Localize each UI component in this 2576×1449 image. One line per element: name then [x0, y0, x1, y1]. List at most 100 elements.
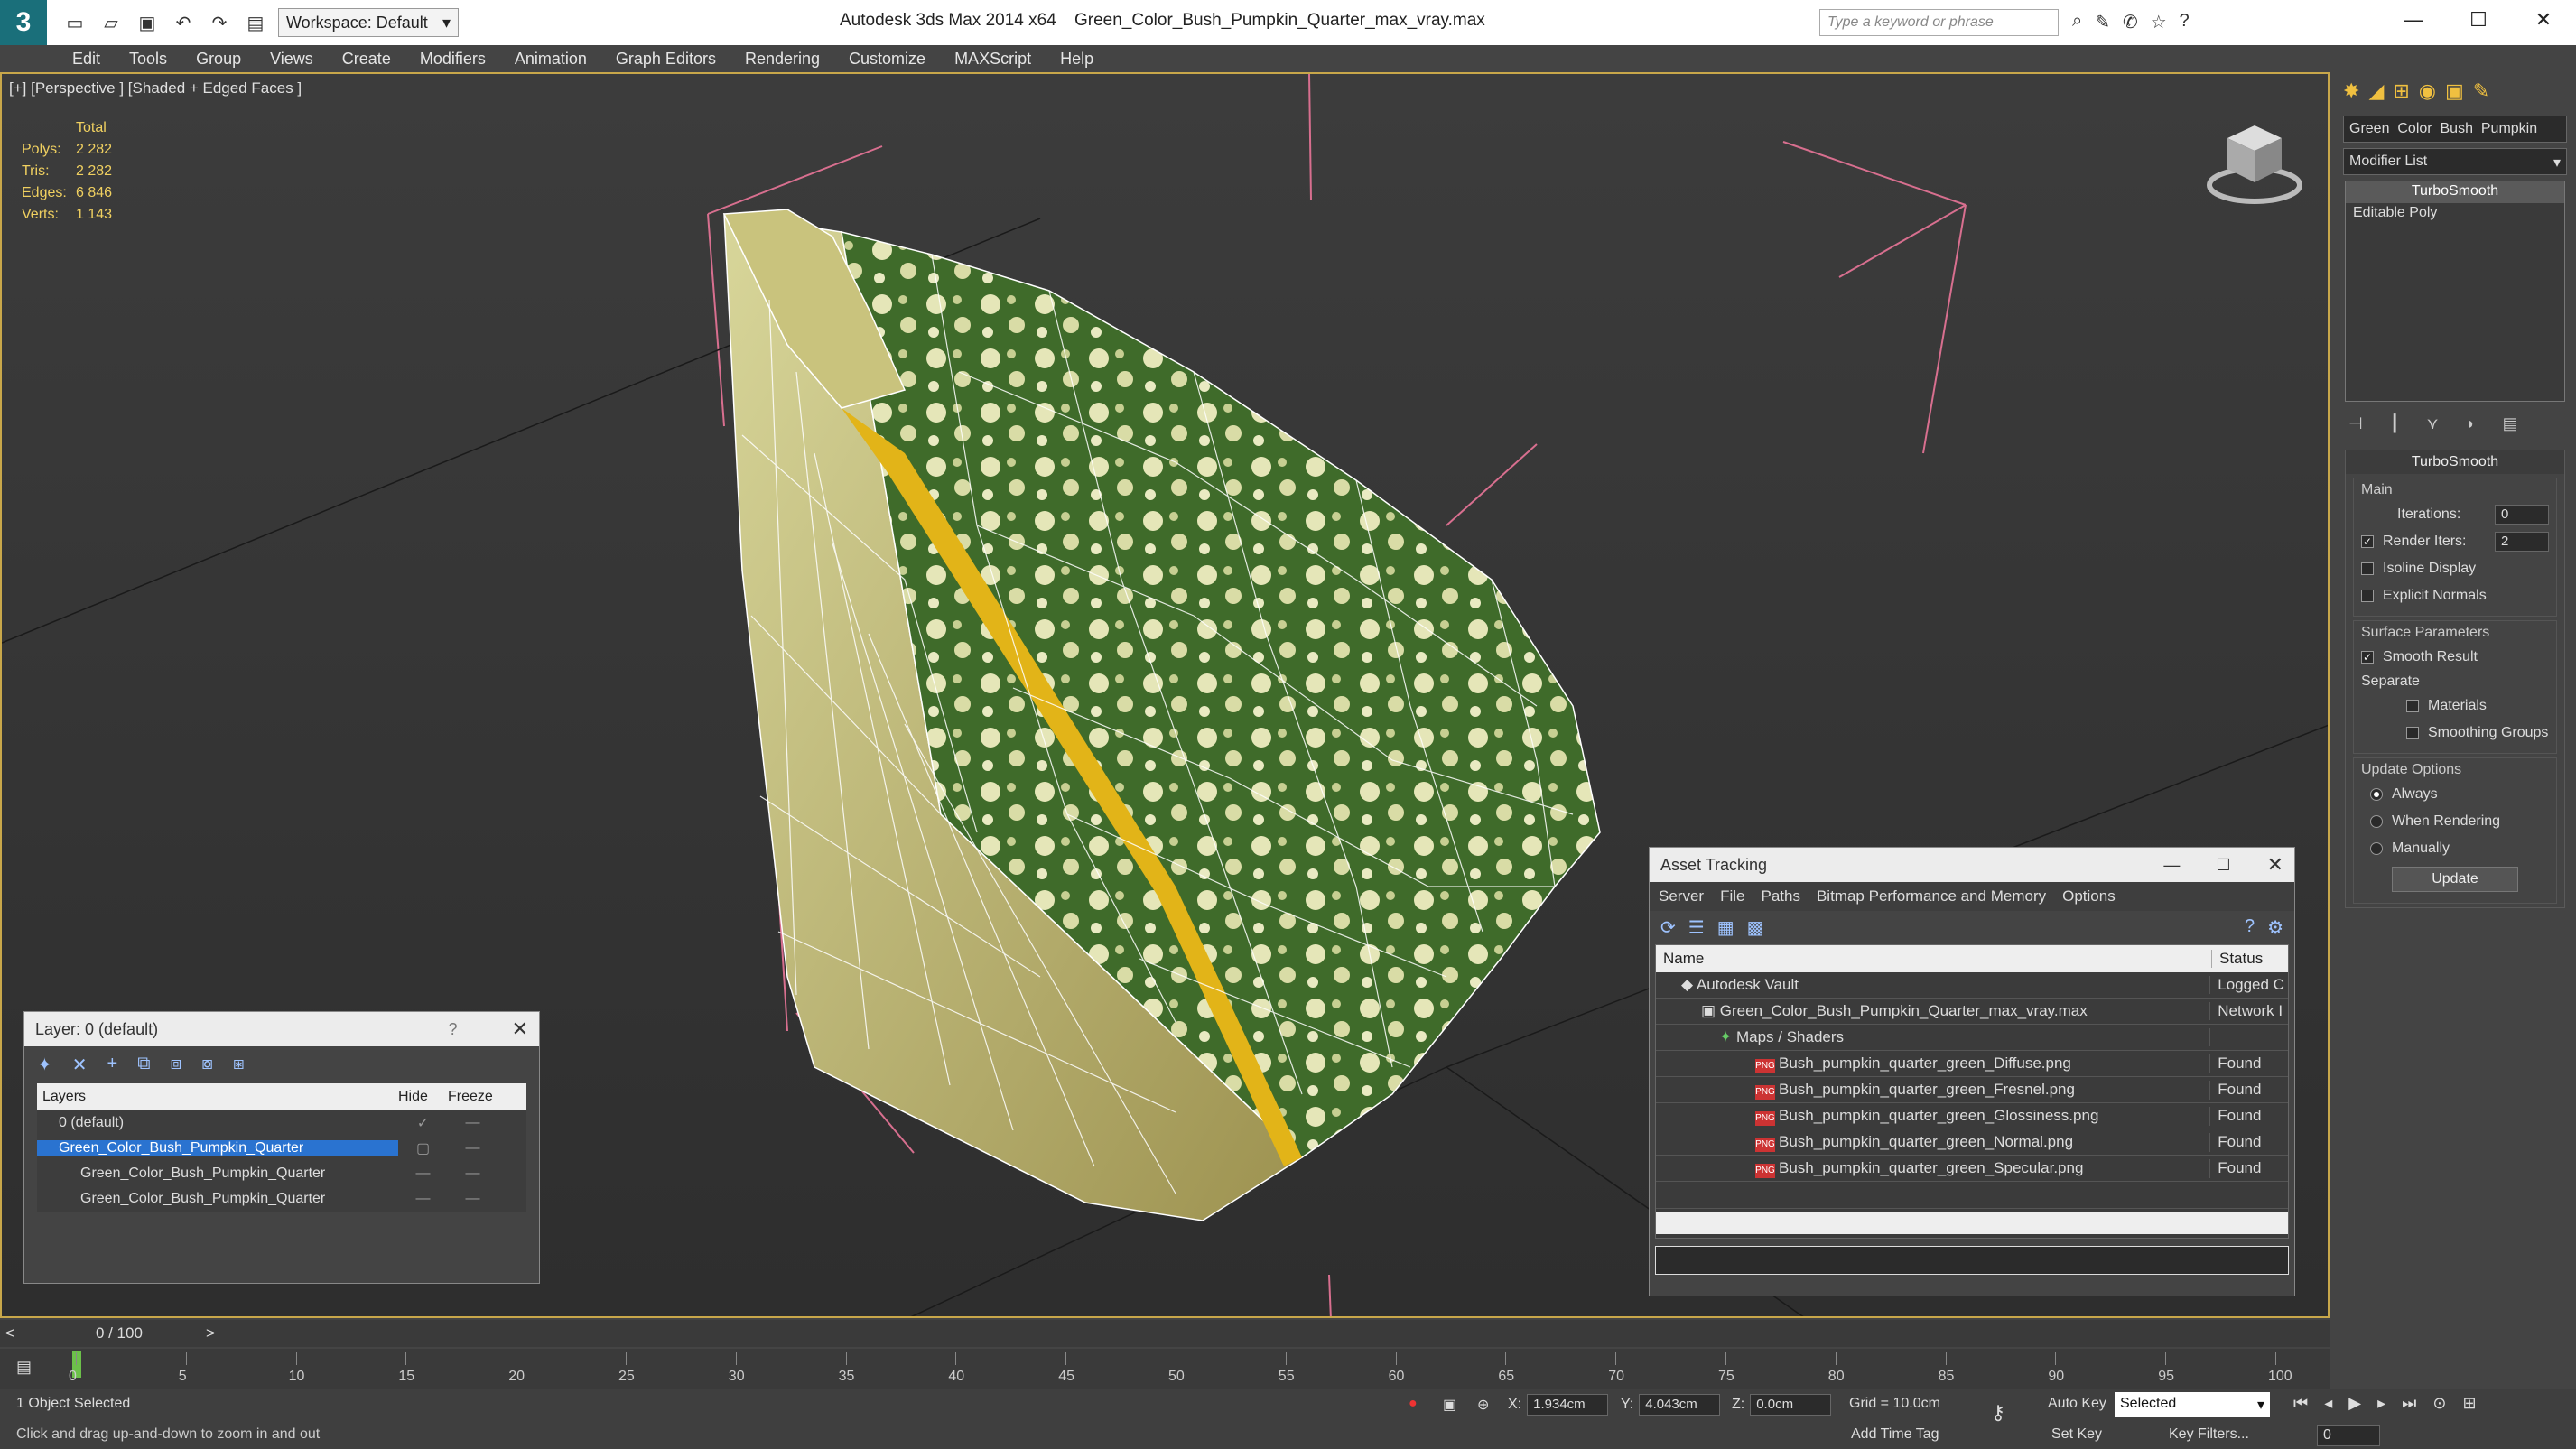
checkmark-icon[interactable]: ✓ — [398, 1114, 448, 1132]
isoline-checkbox[interactable] — [2361, 562, 2374, 575]
go-to-end-icon[interactable]: ⏭ — [2402, 1394, 2416, 1413]
manually-radio[interactable] — [2370, 842, 2383, 855]
key-set-dropdown[interactable]: Selected ▾ — [2115, 1392, 2270, 1417]
display-tab-icon[interactable]: ▣ — [2445, 79, 2464, 103]
refresh-icon[interactable]: ⟳ — [1660, 916, 1676, 939]
key-icon[interactable]: ⚷ — [1991, 1401, 2005, 1425]
render-iters-checkbox[interactable]: ✓ — [2361, 535, 2374, 548]
freeze-toggle[interactable]: — — [448, 1115, 498, 1131]
render-iters-spinner[interactable]: 2 — [2495, 532, 2549, 552]
workspace-dropdown[interactable]: Workspace: Default ▾ — [278, 8, 459, 37]
smooth-result-checkbox[interactable]: ✓ — [2361, 651, 2374, 664]
absolute-mode-icon[interactable]: ⊕ — [1477, 1396, 1489, 1414]
menu-paths[interactable]: Paths — [1761, 887, 1799, 906]
settings-icon[interactable]: ⚙ — [2267, 916, 2283, 939]
menu-help[interactable]: Help — [1060, 50, 1093, 69]
redo-icon[interactable]: ↷ — [208, 11, 231, 34]
modifier-list-dropdown[interactable]: Modifier List ▾ — [2343, 148, 2567, 175]
freeze-toggle[interactable]: — — [448, 1140, 498, 1156]
table-row[interactable]: ▣ Green_Color_Bush_Pumpkin_Quarter_max_v… — [1656, 999, 2288, 1025]
modify-tab-icon[interactable]: ◢ — [2368, 79, 2384, 103]
delete-layer-icon[interactable]: ✕ — [72, 1054, 88, 1076]
track-bar[interactable]: ▤ 0 5 10 15 20 25 30 35 40 45 50 55 60 65 70 75 80 85 90 95… — [0, 1349, 2330, 1389]
column-status[interactable]: Status — [2212, 950, 2263, 968]
menu-animation[interactable]: Animation — [515, 50, 587, 69]
save-icon[interactable]: ▣ — [135, 11, 159, 34]
menu-rendering[interactable]: Rendering — [745, 50, 820, 69]
always-radio[interactable] — [2370, 788, 2383, 801]
table-row[interactable]: PNG Bush_pumpkin_quarter_green_Fresnel.pn… — [1656, 1077, 2288, 1103]
configure-modifier-sets-icon[interactable]: ▤ — [2503, 414, 2518, 433]
layer-row[interactable]: 0 (default) ✓ — — [37, 1110, 526, 1136]
menu-views[interactable]: Views — [270, 50, 313, 69]
help-icon[interactable]: ? — [2180, 11, 2190, 33]
close-icon[interactable]: ✕ — [2267, 853, 2283, 877]
go-to-start-icon[interactable]: ⏮ — [2293, 1394, 2308, 1413]
highlight-layer-icon[interactable]: ⧈ — [171, 1054, 182, 1076]
menu-create[interactable]: Create — [342, 50, 391, 69]
path-field[interactable] — [1655, 1246, 2289, 1275]
chevron-right-icon[interactable]: > — [206, 1324, 215, 1342]
select-objects-icon[interactable]: ⧉ — [137, 1054, 150, 1076]
zoom-extents-icon[interactable]: ⊞ — [2462, 1394, 2476, 1413]
next-frame-icon[interactable]: ▸ — [2377, 1394, 2385, 1413]
chevron-left-icon[interactable]: < — [5, 1324, 14, 1342]
x-field[interactable]: 1.934cm — [1527, 1394, 1609, 1416]
menu-maxscript[interactable]: MAXScript — [954, 50, 1031, 69]
previous-frame-icon[interactable]: ◂ — [2324, 1394, 2332, 1413]
table-row[interactable]: ◆ Autodesk Vault Logged C — [1656, 972, 2288, 999]
menu-tools[interactable]: Tools — [129, 50, 167, 69]
create-tab-icon[interactable]: ✸ — [2343, 79, 2359, 103]
table-view-icon[interactable]: ▩ — [1747, 916, 1764, 939]
iterations-spinner[interactable]: 0 — [2495, 505, 2549, 525]
column-hide[interactable]: Hide — [398, 1089, 448, 1105]
project-folder-icon[interactable]: ▤ — [244, 11, 267, 34]
column-name[interactable]: Name — [1656, 950, 2212, 968]
layer-row[interactable]: Green_Color_Bush_Pumpkin_Quarter — — — [37, 1161, 526, 1186]
list-view-icon[interactable]: ☰ — [1688, 916, 1705, 939]
table-row[interactable]: PNG Bush_pumpkin_quarter_green_Normal.png… — [1656, 1129, 2288, 1156]
table-row[interactable]: PNG Bush_pumpkin_quarter_green_Specular.p… — [1656, 1156, 2288, 1182]
z-field[interactable]: 0.0cm — [1750, 1394, 1832, 1416]
menu-edit[interactable]: Edit — [72, 50, 100, 69]
table-row[interactable]: PNG Bush_pumpkin_quarter_green_Glossiness… — [1656, 1103, 2288, 1129]
hide-toggle[interactable]: — — [398, 1191, 448, 1207]
close-icon[interactable]: ✕ — [512, 1017, 528, 1041]
utilities-tab-icon[interactable]: ✎ — [2473, 79, 2489, 103]
menu-modifiers[interactable]: Modifiers — [420, 50, 486, 69]
hide-all-icon[interactable]: ⧇ — [201, 1054, 213, 1076]
search-input[interactable]: Type a keyword or phrase — [1819, 9, 2059, 36]
current-frame-field[interactable]: 0 — [2317, 1425, 2380, 1446]
freeze-toggle[interactable]: — — [448, 1191, 498, 1207]
binoculars-icon[interactable]: ⌕ — [2072, 11, 2082, 33]
minimize-icon[interactable]: — — [2163, 856, 2180, 875]
window-title-bar[interactable]: Layer: 0 (default) ? ✕ — [24, 1012, 539, 1046]
new-file-icon[interactable]: ▭ — [63, 11, 87, 34]
menu-bitmap-performance[interactable]: Bitmap Performance and Memory — [1817, 887, 2046, 906]
viewcube-icon[interactable] — [2205, 115, 2304, 214]
undo-icon[interactable]: ↶ — [172, 11, 195, 34]
auto-key-button[interactable]: Auto Key — [2048, 1396, 2106, 1412]
add-selection-icon[interactable]: + — [107, 1054, 118, 1076]
help-icon[interactable]: ? — [2245, 916, 2255, 939]
viewport-label[interactable]: [+] [Perspective ] [Shaded + Edged Faces… — [9, 79, 302, 98]
hierarchy-tab-icon[interactable]: ⊞ — [2393, 79, 2409, 103]
key-filters-button[interactable]: Key Filters... — [2169, 1426, 2249, 1443]
pin-stack-icon[interactable]: ⊣ — [2348, 414, 2363, 433]
table-row[interactable]: PNG Bush_pumpkin_quarter_green_Diffuse.pn… — [1656, 1051, 2288, 1077]
lock-icon[interactable]: ▣ — [1443, 1396, 1456, 1414]
menu-options[interactable]: Options — [2062, 887, 2116, 906]
open-file-icon[interactable]: ▱ — [99, 11, 123, 34]
layer-row[interactable]: Green_Color_Bush_Pumpkin_Quarter ▢ — — [37, 1136, 526, 1161]
maximize-icon[interactable]: ☐ — [2216, 856, 2230, 875]
smoothing-groups-checkbox[interactable] — [2406, 727, 2419, 739]
make-unique-icon[interactable]: ⋎ — [2427, 414, 2439, 433]
close-icon[interactable]: ✕ — [2511, 0, 2576, 40]
layer-row[interactable]: Green_Color_Bush_Pumpkin_Quarter — — — [37, 1186, 526, 1212]
menu-customize[interactable]: Customize — [849, 50, 925, 69]
window-title-bar[interactable]: Asset Tracking — ☐ ✕ — [1650, 848, 2294, 882]
key-mode-icon[interactable]: ⊙ — [2432, 1394, 2446, 1413]
explicit-normals-checkbox[interactable] — [2361, 590, 2374, 602]
menu-group[interactable]: Group — [196, 50, 241, 69]
table-row[interactable]: ✦ Maps / Shaders — [1656, 1025, 2288, 1051]
